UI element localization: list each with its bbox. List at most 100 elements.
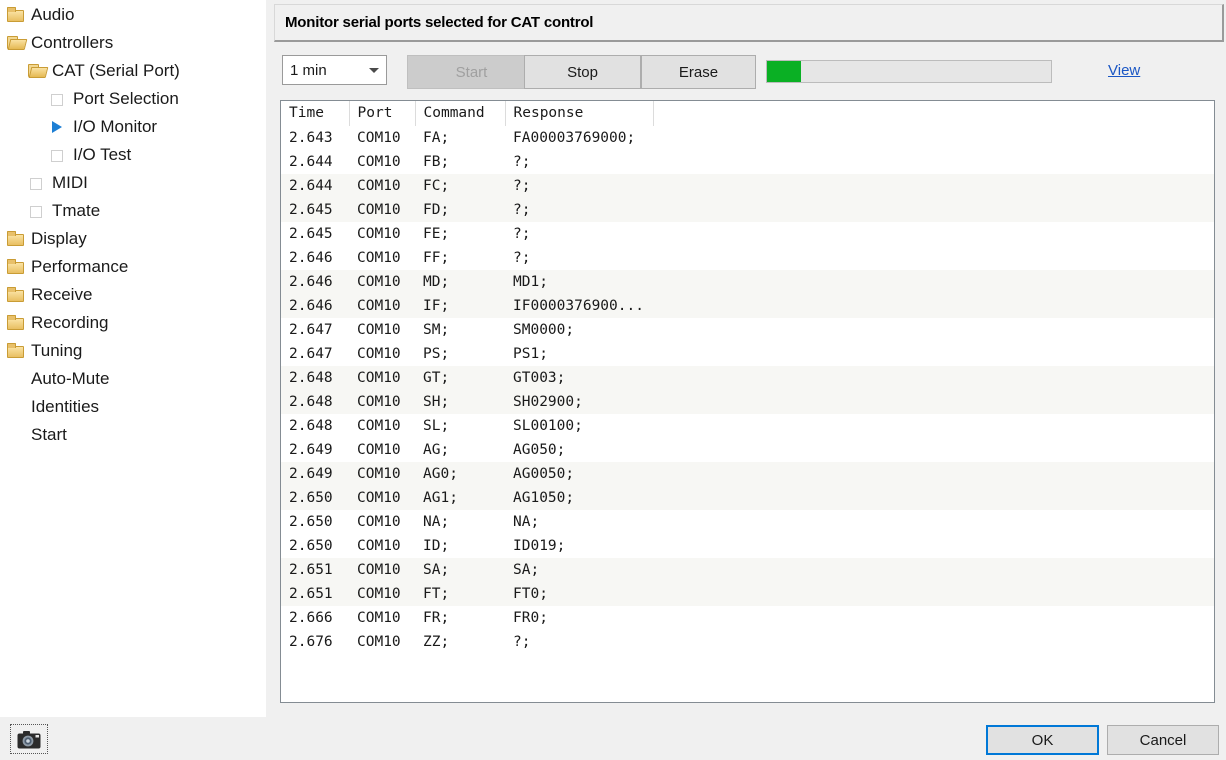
cell-response: MD1; xyxy=(505,270,653,294)
sidebar-item-display[interactable]: Display xyxy=(0,224,266,252)
column-header-command[interactable]: Command xyxy=(415,101,505,126)
capture-progress-fill xyxy=(767,61,801,82)
ok-button[interactable]: OK xyxy=(986,725,1099,755)
cancel-button[interactable]: Cancel xyxy=(1107,725,1219,755)
table-row[interactable]: 2.645COM10FD;?; xyxy=(281,198,1214,222)
table-row[interactable]: 2.666COM10FR;FR0; xyxy=(281,606,1214,630)
table-row[interactable]: 2.648COM10SH;SH02900; xyxy=(281,390,1214,414)
cell-command: FA; xyxy=(415,126,505,150)
cell-command: FT; xyxy=(415,582,505,606)
table-row[interactable]: 2.648COM10GT;GT003; xyxy=(281,366,1214,390)
cell-time: 2.645 xyxy=(281,198,349,222)
cell-command: AG1; xyxy=(415,486,505,510)
sidebar-item-controllers[interactable]: Controllers xyxy=(0,28,266,56)
cell-time: 2.646 xyxy=(281,270,349,294)
folder-closed-icon xyxy=(6,230,26,247)
table-row[interactable]: 2.644COM10FC;?; xyxy=(281,174,1214,198)
table-row[interactable]: 2.649COM10AG;AG050; xyxy=(281,438,1214,462)
cell-command: ZZ; xyxy=(415,630,505,654)
stop-button[interactable]: Stop xyxy=(524,55,641,89)
table-row[interactable]: 2.646COM10IF;IF0000376900... xyxy=(281,294,1214,318)
sidebar-item-midi[interactable]: MIDI xyxy=(0,168,266,196)
table-row[interactable]: 2.649COM10AG0;AG0050; xyxy=(281,462,1214,486)
sidebar-item-tmate[interactable]: Tmate xyxy=(0,196,266,224)
screenshot-button[interactable] xyxy=(10,724,48,754)
table-row[interactable]: 2.647COM10SM;SM0000; xyxy=(281,318,1214,342)
cell-spacer xyxy=(653,414,1214,438)
settings-tree[interactable]: AudioControllers CAT (Serial Port) Port Se… xyxy=(0,0,266,717)
folder-open-icon xyxy=(6,34,26,51)
cell-time: 2.648 xyxy=(281,414,349,438)
capture-progress-bar xyxy=(766,60,1052,83)
table-row[interactable]: 2.646COM10FF;?; xyxy=(281,246,1214,270)
chevron-down-icon xyxy=(369,68,379,73)
cell-time: 2.646 xyxy=(281,294,349,318)
sidebar-item-port-selection[interactable]: Port Selection xyxy=(0,84,266,112)
blank-icon xyxy=(6,370,26,387)
sidebar-item-performance[interactable]: Performance xyxy=(0,252,266,280)
sidebar-item-audio[interactable]: Audio xyxy=(0,0,266,28)
cell-command: SL; xyxy=(415,414,505,438)
sidebar-item-start[interactable]: Start xyxy=(0,420,266,448)
sidebar-item-label: Performance xyxy=(31,258,128,275)
cell-spacer xyxy=(653,222,1214,246)
cell-time: 2.651 xyxy=(281,582,349,606)
cell-command: GT; xyxy=(415,366,505,390)
erase-button[interactable]: Erase xyxy=(641,55,756,89)
table-row[interactable]: 2.651COM10FT;FT0; xyxy=(281,582,1214,606)
start-button[interactable]: Start xyxy=(407,55,536,89)
sidebar-item-i-o-test[interactable]: I/O Test xyxy=(0,140,266,168)
sidebar-item-i-o-monitor[interactable]: I/O Monitor xyxy=(0,112,266,140)
table-row[interactable]: 2.643COM10FA;FA00003769000; xyxy=(281,126,1214,150)
cell-spacer xyxy=(653,342,1214,366)
blank-icon xyxy=(6,398,26,415)
cell-response: SH02900; xyxy=(505,390,653,414)
cell-time: 2.676 xyxy=(281,630,349,654)
leaf-square-icon xyxy=(27,174,47,191)
cell-spacer xyxy=(653,534,1214,558)
column-header-time[interactable]: Time xyxy=(281,101,349,126)
table-row[interactable]: 2.650COM10ID;ID019; xyxy=(281,534,1214,558)
cell-port: COM10 xyxy=(349,630,415,654)
cell-port: COM10 xyxy=(349,414,415,438)
table-row[interactable]: 2.676COM10ZZ;?; xyxy=(281,630,1214,654)
table-row[interactable]: 2.645COM10FE;?; xyxy=(281,222,1214,246)
table-row[interactable]: 2.650COM10NA;NA; xyxy=(281,510,1214,534)
cell-command: FB; xyxy=(415,150,505,174)
cell-spacer xyxy=(653,582,1214,606)
sidebar-item-tuning[interactable]: Tuning xyxy=(0,336,266,364)
sidebar-item-receive[interactable]: Receive xyxy=(0,280,266,308)
cell-command: ID; xyxy=(415,534,505,558)
cell-response: GT003; xyxy=(505,366,653,390)
cell-command: SA; xyxy=(415,558,505,582)
table-row[interactable]: 2.647COM10PS;PS1; xyxy=(281,342,1214,366)
cell-port: COM10 xyxy=(349,198,415,222)
folder-closed-icon xyxy=(6,314,26,331)
folder-open-icon xyxy=(27,62,47,79)
cell-time: 2.648 xyxy=(281,390,349,414)
view-link[interactable]: View xyxy=(1108,62,1140,79)
table-row[interactable]: 2.646COM10MD;MD1; xyxy=(281,270,1214,294)
table-row[interactable]: 2.651COM10SA;SA; xyxy=(281,558,1214,582)
column-header-response[interactable]: Response xyxy=(505,101,653,126)
cell-port: COM10 xyxy=(349,126,415,150)
table-row[interactable]: 2.648COM10SL;SL00100; xyxy=(281,414,1214,438)
serial-log-table: Time Port Command Response 2.643COM10FA;… xyxy=(281,101,1214,654)
cell-port: COM10 xyxy=(349,606,415,630)
column-header-port[interactable]: Port xyxy=(349,101,415,126)
sidebar-item-auto-mute[interactable]: Auto-Mute xyxy=(0,364,266,392)
duration-select[interactable]: 1 min xyxy=(282,55,387,85)
sidebar-item-label: CAT (Serial Port) xyxy=(52,62,180,79)
sidebar-item-identities[interactable]: Identities xyxy=(0,392,266,420)
camera-icon xyxy=(17,730,41,749)
table-row[interactable]: 2.650COM10AG1;AG1050; xyxy=(281,486,1214,510)
table-row[interactable]: 2.644COM10FB;?; xyxy=(281,150,1214,174)
cell-time: 2.650 xyxy=(281,534,349,558)
cell-command: FR; xyxy=(415,606,505,630)
dialog-window: AudioControllers CAT (Serial Port) Port Se… xyxy=(0,0,1226,760)
cell-response: ?; xyxy=(505,198,653,222)
cell-response: FA00003769000; xyxy=(505,126,653,150)
sidebar-item-cat-serial-port[interactable]: CAT (Serial Port) xyxy=(0,56,266,84)
sidebar-item-recording[interactable]: Recording xyxy=(0,308,266,336)
serial-log-panel[interactable]: Time Port Command Response 2.643COM10FA;… xyxy=(280,100,1215,703)
